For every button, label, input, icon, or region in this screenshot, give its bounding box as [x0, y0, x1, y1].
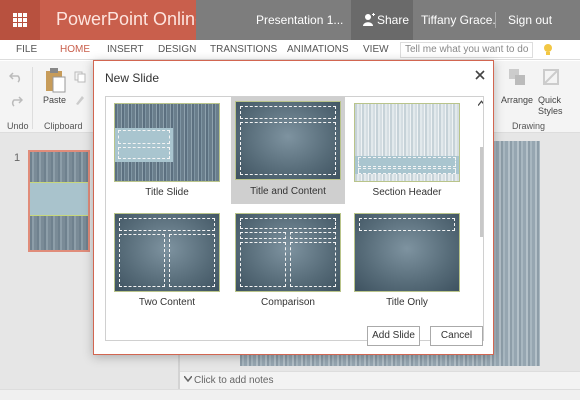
slide-number: 1 — [14, 152, 21, 164]
undo-group-label: Undo — [7, 121, 29, 131]
lightbulb-icon — [544, 44, 552, 55]
cancel-button[interactable]: Cancel — [430, 326, 483, 346]
paste-label[interactable]: Paste — [43, 95, 66, 105]
layout-label: Comparison — [261, 297, 315, 308]
slide-thumbnail[interactable] — [28, 150, 90, 252]
quick-styles-icon[interactable] — [541, 67, 561, 89]
title-bar: PowerPoint Online Presentation 1... Shar… — [0, 0, 580, 40]
tab-file[interactable]: FILE — [16, 40, 37, 60]
layout-label: Title and Content — [250, 186, 326, 197]
share-person-icon — [363, 13, 375, 26]
app-title[interactable]: PowerPoint Online — [56, 9, 205, 30]
right-content-placeholder — [169, 234, 215, 287]
layout-label: Title Only — [386, 297, 428, 308]
arrange-icon[interactable] — [507, 67, 527, 89]
tab-animations[interactable]: ANIMATIONS — [287, 40, 348, 60]
title-placeholder — [240, 218, 336, 229]
layout-label: Section Header — [372, 187, 442, 198]
layout-thumbnail — [114, 103, 220, 182]
title-placeholder — [359, 218, 455, 231]
tab-design[interactable]: DESIGN — [158, 40, 196, 60]
scroll-up-icon[interactable] — [478, 99, 484, 107]
layout-gallery: Title Slide Title and Content Section He… — [105, 96, 484, 341]
content-placeholder — [240, 122, 336, 175]
tab-transitions[interactable]: TRANSITIONS — [210, 40, 277, 60]
status-bar — [0, 389, 580, 400]
notes-placeholder: Click to add notes — [194, 375, 274, 386]
waffle-icon — [13, 13, 27, 27]
right-content-placeholder — [290, 242, 336, 287]
clipboard-group-label: Clipboard — [44, 121, 83, 131]
layout-section-header[interactable]: Section Header — [350, 99, 464, 203]
scrollbar-thumb[interactable] — [480, 147, 483, 237]
tab-home[interactable]: HOME — [60, 40, 90, 60]
add-slide-button[interactable]: Add Slide — [367, 326, 420, 346]
left-content-placeholder — [240, 242, 286, 287]
app-launcher-button[interactable] — [0, 0, 40, 40]
layout-thumbnail — [235, 101, 341, 180]
subtitle-placeholder — [118, 147, 170, 159]
new-slide-dialog: New Slide Title Slide Title and Content — [93, 60, 494, 355]
layout-thumbnail — [354, 213, 460, 292]
share-label: Share — [377, 13, 410, 27]
dialog-title: New Slide — [105, 71, 160, 85]
copy-icon[interactable] — [74, 71, 86, 83]
layout-thumbnail — [114, 213, 220, 292]
title-placeholder — [358, 157, 456, 167]
tab-view[interactable]: VIEW — [363, 40, 389, 60]
layout-thumbnail — [354, 103, 460, 182]
layout-thumbnail — [235, 213, 341, 292]
thumbnail-title-band — [30, 182, 88, 216]
paste-icon[interactable] — [44, 67, 66, 93]
left-content-placeholder — [119, 234, 165, 287]
format-painter-icon[interactable] — [74, 94, 86, 106]
title-placeholder — [118, 130, 170, 144]
sign-out-link[interactable]: Sign out — [496, 0, 580, 40]
layout-two-content[interactable]: Two Content — [110, 209, 224, 313]
undo-icon[interactable] — [9, 71, 23, 83]
text-placeholder — [358, 168, 456, 174]
title-placeholder — [240, 106, 336, 119]
drawing-group-label: Drawing — [512, 121, 546, 131]
tab-insert[interactable]: INSERT — [107, 40, 144, 60]
left-heading-placeholder — [240, 232, 286, 239]
redo-icon[interactable] — [9, 95, 23, 107]
chevron-down-icon[interactable] — [184, 376, 192, 382]
share-button[interactable]: Share — [351, 0, 413, 40]
tell-me-search-input[interactable]: Tell me what you want to do — [400, 42, 533, 58]
layout-title-slide[interactable]: Title Slide — [110, 99, 224, 203]
arrange-label[interactable]: Arrange — [501, 95, 533, 105]
user-name[interactable]: Tiffany Grace... — [413, 0, 496, 40]
close-icon[interactable] — [474, 69, 486, 81]
layout-title-and-content[interactable]: Title and Content — [231, 97, 345, 204]
layout-label: Two Content — [138, 297, 196, 308]
notes-pane[interactable]: Click to add notes — [180, 371, 580, 389]
layout-comparison[interactable]: Comparison — [231, 209, 345, 313]
layout-label: Title Slide — [145, 187, 189, 198]
document-title[interactable]: Presentation 1... — [196, 0, 351, 40]
layout-title-only[interactable]: Title Only — [350, 209, 464, 313]
quick-styles-label[interactable]: Quick Styles — [538, 95, 566, 117]
right-heading-placeholder — [290, 232, 336, 239]
title-placeholder — [119, 218, 215, 231]
ribbon-divider — [32, 67, 33, 129]
